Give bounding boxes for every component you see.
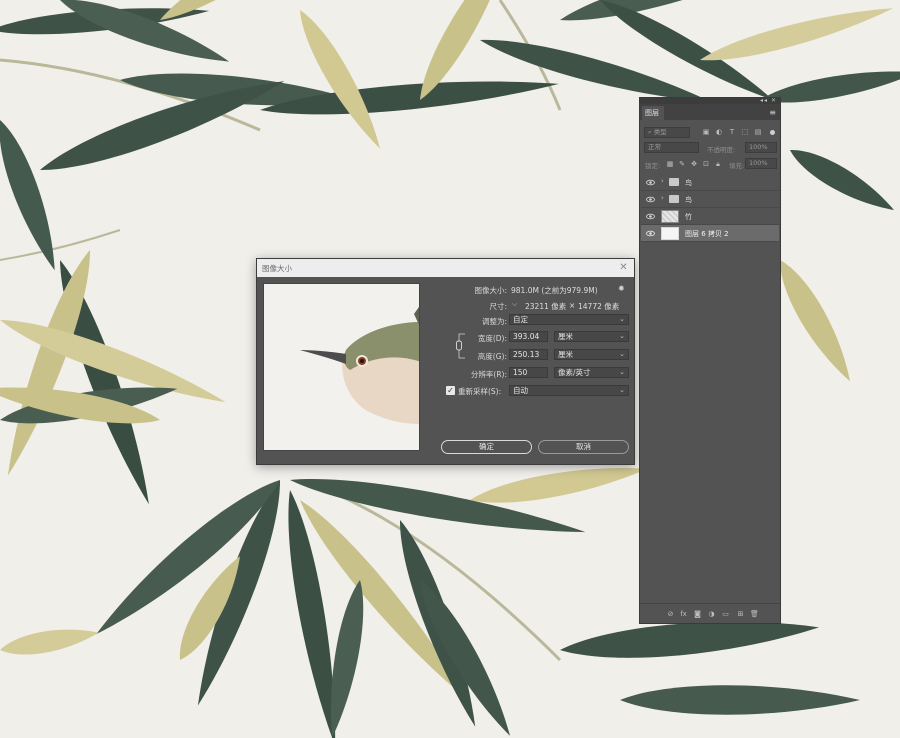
layers-panel-toolbar: ⊘ fx ◙ ◑ ▭ ⊞ 🗑︎ xyxy=(640,603,780,623)
chevron-down-icon: ⌄ xyxy=(619,350,625,358)
eye-icon[interactable] xyxy=(646,195,655,204)
dimensions-dropdown-icon[interactable]: ⌵ xyxy=(512,300,517,309)
delete-layer-icon[interactable]: 🗑︎ xyxy=(750,610,759,619)
image-size-label: 图像大小: xyxy=(474,286,507,295)
resolution-unit-select[interactable]: 像素/英寸 ⌄ xyxy=(554,367,629,378)
filter-shape-icon[interactable]: ⬚ xyxy=(741,128,749,136)
panel-tab-bar: 图层 ≡ xyxy=(640,104,780,120)
layer-row[interactable]: › 鸟 xyxy=(641,191,779,208)
chevron-down-icon: ⌄ xyxy=(619,332,625,340)
ok-button[interactable]: 确定 xyxy=(441,440,532,454)
collapse-icon[interactable]: ◂◂ ✕ xyxy=(760,97,777,104)
close-icon[interactable]: ✕ xyxy=(618,262,629,273)
filter-type-icon[interactable]: T xyxy=(728,128,736,136)
lock-artboard-icon[interactable]: ⊡ xyxy=(702,160,710,168)
dimensions-width: 23211 像素 xyxy=(525,302,567,311)
folder-icon xyxy=(669,195,679,203)
resample-select[interactable]: 自动 ⌄ xyxy=(509,385,629,396)
layer-filter-value: 类型 xyxy=(653,128,667,136)
layers-panel: ◂◂ ✕ 图层 ≡ ⌕ 类型 ▣ ◐ T ⬚ ▤ 正常 不透明度: 100% 锁… xyxy=(639,97,781,624)
layer-name: 鸟 xyxy=(685,179,692,187)
layer-name: 鸟 xyxy=(685,196,692,204)
new-group-icon[interactable]: ▭ xyxy=(721,610,730,619)
lock-position-icon[interactable]: ✥ xyxy=(690,160,698,168)
chevron-down-icon: ⌄ xyxy=(619,315,625,323)
chevron-right-icon[interactable]: › xyxy=(661,177,664,185)
layer-row[interactable]: › 鸟 xyxy=(641,174,779,191)
tab-layers[interactable]: 图层 xyxy=(642,106,664,120)
fill-label: 填充: xyxy=(729,162,745,170)
cancel-button[interactable]: 取消 xyxy=(538,440,629,454)
fill-input[interactable]: 100% xyxy=(745,158,777,169)
panel-menu-icon[interactable]: ≡ xyxy=(769,108,776,117)
width-label: 宽度(D): xyxy=(477,334,507,343)
lock-transparent-icon[interactable]: ▦ xyxy=(666,160,674,168)
eye-icon[interactable] xyxy=(646,229,655,238)
resample-label: 重新采样(S): xyxy=(458,387,502,396)
filter-toggle-icon[interactable] xyxy=(770,130,775,135)
layer-thumbnail xyxy=(661,227,679,240)
folder-icon xyxy=(669,178,679,186)
adjustment-layer-icon[interactable]: ◑ xyxy=(707,610,716,619)
link-layers-icon[interactable]: ⊘ xyxy=(666,610,675,619)
blend-mode-select[interactable]: 正常 xyxy=(644,142,699,153)
lock-image-icon[interactable]: ✎ xyxy=(678,160,686,168)
filter-adjustment-icon[interactable]: ◐ xyxy=(715,128,723,136)
image-preview[interactable] xyxy=(263,283,420,451)
filter-pixel-icon[interactable]: ▣ xyxy=(702,128,710,136)
resample-value: 自动 xyxy=(513,386,528,395)
image-size-value: 981.0M (之前为979.9M) xyxy=(511,286,598,295)
eye-icon[interactable] xyxy=(646,212,655,221)
fit-to-select[interactable]: 自定 ⌄ xyxy=(509,314,629,325)
width-input[interactable]: 393.04 xyxy=(509,331,548,342)
fit-to-value: 自定 xyxy=(513,315,528,324)
layer-row-selected[interactable]: 图层 6 拷贝 2 xyxy=(641,225,779,242)
width-unit-value: 厘米 xyxy=(558,332,573,341)
chevron-right-icon[interactable]: › xyxy=(661,194,664,202)
image-size-dialog: 图像大小 ✕ 图像大小: 981.0M (之前为979.9M) ✹ 尺寸: ⌵ … xyxy=(256,258,635,465)
layer-name: 竹 xyxy=(685,213,692,221)
layer-filter-select[interactable]: ⌕ 类型 xyxy=(644,127,690,138)
height-input[interactable]: 250.13 xyxy=(509,349,548,360)
chevron-down-icon: ⌄ xyxy=(619,386,625,394)
eye-icon[interactable] xyxy=(646,178,655,187)
new-layer-icon[interactable]: ⊞ xyxy=(736,610,745,619)
gear-icon[interactable]: ✹ xyxy=(618,284,625,293)
opacity-input[interactable]: 100% xyxy=(745,142,777,153)
fit-to-label: 调整为: xyxy=(481,317,507,326)
height-unit-value: 厘米 xyxy=(558,350,573,359)
dimensions-label: 尺寸: xyxy=(489,302,507,311)
resample-checkbox[interactable]: ✓ xyxy=(446,386,455,395)
dimensions-separator: × xyxy=(569,301,576,310)
add-mask-icon[interactable]: ◙ xyxy=(693,610,702,619)
dimensions-height: 14772 像素 xyxy=(578,302,620,311)
dialog-title: 图像大小 xyxy=(262,263,292,273)
lock-all-icon[interactable]: 🔒︎ xyxy=(714,160,722,168)
height-label: 高度(G): xyxy=(477,352,507,361)
layer-thumbnail xyxy=(661,210,679,223)
lock-label: 锁定: xyxy=(645,162,661,170)
layer-name: 图层 6 拷贝 2 xyxy=(685,230,729,238)
filter-smart-object-icon[interactable]: ▤ xyxy=(754,128,762,136)
bird-preview-image xyxy=(264,284,419,450)
chevron-down-icon: ⌄ xyxy=(619,368,625,376)
width-unit-select[interactable]: 厘米 ⌄ xyxy=(554,331,629,342)
height-unit-select[interactable]: 厘米 ⌄ xyxy=(554,349,629,360)
resolution-label: 分辨率(R): xyxy=(470,370,507,379)
layer-row[interactable]: 竹 xyxy=(641,208,779,225)
resolution-input[interactable]: 150 xyxy=(509,367,548,378)
opacity-label: 不透明度: xyxy=(707,146,736,154)
fx-icon[interactable]: fx xyxy=(679,610,688,619)
dialog-titlebar[interactable]: 图像大小 xyxy=(257,259,634,277)
resolution-unit-value: 像素/英寸 xyxy=(558,368,591,377)
